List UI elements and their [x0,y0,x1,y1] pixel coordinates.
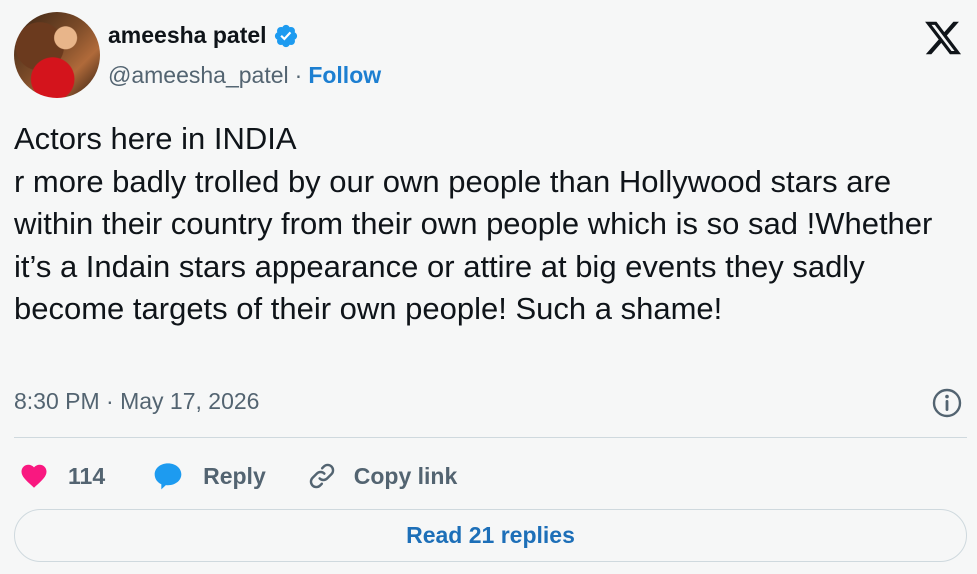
avatar[interactable] [14,12,100,98]
tweet-embed-card: ameesha patel @ameesha_patel · Follow Ac… [0,0,977,574]
reply-button[interactable]: Reply [151,460,266,492]
copy-link-label: Copy link [353,462,458,489]
like-count: 114 [68,462,106,489]
like-button[interactable]: 114 [18,461,105,491]
tweet-timestamp[interactable]: 8:30 PM · May 17, 2026 [14,388,259,415]
author-handle[interactable]: @ameesha_patel [108,62,289,89]
link-icon [309,463,334,489]
divider [14,437,967,438]
read-replies-button[interactable]: Read 21 replies [14,509,967,562]
tweet-actions: 114 Reply Copy link [18,456,457,496]
info-icon[interactable] [931,387,963,419]
heart-icon [21,464,47,488]
reply-bubble-icon [154,463,182,490]
tweet-text: Actors here in INDIA r more badly trolle… [14,121,933,326]
tweet-header: ameesha patel @ameesha_patel · Follow [14,12,963,102]
handle-separator: · [294,62,303,88]
author-handle-row: @ameesha_patel · Follow [108,62,381,89]
verified-badge-icon [274,24,297,47]
follow-button[interactable]: Follow [308,62,381,89]
author-display-name[interactable]: ameesha patel [108,22,267,49]
x-logo-icon[interactable] [923,18,963,58]
author-name-row: ameesha patel [108,22,299,49]
reply-label: Reply [203,462,266,489]
copy-link-button[interactable]: Copy link [306,460,458,492]
